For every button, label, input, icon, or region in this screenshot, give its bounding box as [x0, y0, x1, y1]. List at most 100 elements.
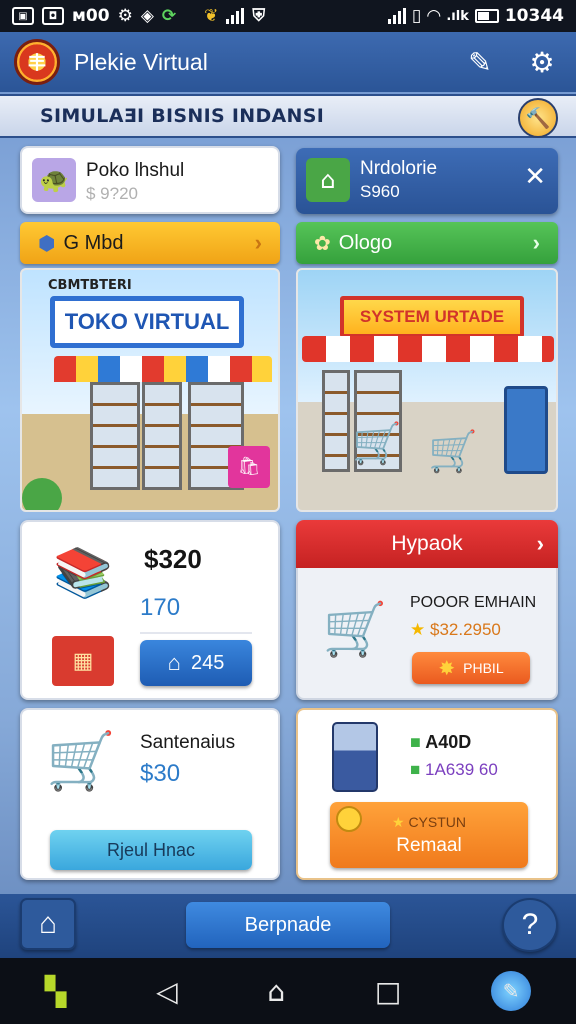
- data-icon: .ılk: [446, 8, 469, 24]
- atm-card[interactable]: ■ A40D ■ 1A639 60 ★ CYSTUN Remaal: [296, 708, 558, 880]
- battery-icon: [474, 9, 499, 23]
- settings-small-icon: ⚙: [117, 6, 133, 26]
- star-badge-icon: ✸: [438, 657, 456, 680]
- shopping-cart-icon: 🛒: [46, 729, 116, 794]
- stats-card[interactable]: 📚 $320 170 ▦ ⌂ 245: [20, 520, 280, 700]
- store-roof: [302, 336, 554, 362]
- cell-signal-icon: [387, 8, 406, 24]
- banner-title: SIMULAƎI BISNIS INDANSI: [40, 105, 325, 127]
- atm-icon: [504, 386, 548, 474]
- button-label: 245: [190, 651, 225, 674]
- game-icon: ◈: [140, 6, 154, 26]
- shopping-cart-icon: 🛒: [428, 429, 478, 475]
- home-value-button[interactable]: ⌂ 245: [140, 640, 252, 686]
- center-action-button[interactable]: Berpnade: [186, 902, 390, 948]
- cart-card[interactable]: 🛒 Santenaius $30 Rjeul Hnac: [20, 708, 280, 880]
- product-price: $ 9?20: [86, 184, 138, 203]
- product-name: Poko lhshul: [86, 160, 185, 181]
- notification-icon: ▣: [12, 7, 34, 25]
- clock: 10344: [504, 6, 564, 26]
- upgrade-card[interactable]: Hypaok › 🛒 POOOR EMHAIN ★ $32.2950 ✸ PHB…: [296, 520, 558, 700]
- status-bar: ▣ ◘ ᴍ00 ⚙ ◈ ⟳ ❦ ⛨ ▯ ◠ .ılk 10344: [0, 0, 576, 32]
- cart-action-button[interactable]: Rjeul Hnac: [50, 830, 252, 870]
- home-icon: ⌂: [167, 650, 181, 675]
- value-row-2: ■ 1A639 60: [410, 760, 498, 780]
- category-pill-left[interactable]: ⬢ G Mbd ›: [20, 222, 280, 264]
- value-2: 1A639 60: [425, 760, 498, 779]
- tree-icon: [22, 478, 62, 510]
- water-cooler-icon: [332, 722, 378, 792]
- chevron-right-icon: ›: [254, 230, 262, 255]
- chevron-right-icon: ›: [532, 230, 540, 255]
- upgrade-label: POOOR EMHAIN: [410, 594, 537, 611]
- upgrade-header[interactable]: Hypaok ›: [296, 520, 558, 568]
- upgrade-title: Hypaok: [391, 532, 463, 555]
- crate-icon: ▦: [52, 636, 114, 686]
- product-name: Nrdolorie: [360, 158, 438, 179]
- upgrade-button[interactable]: ✸ PHBIL: [412, 652, 530, 684]
- basket-icon: 🛍: [228, 446, 270, 488]
- upgrade-price-row: ★ $32.2950: [410, 620, 501, 640]
- coin-icon: [336, 806, 362, 832]
- pill-label: G Mbd: [63, 231, 124, 254]
- scene-caption: CBMTBTERI: [48, 278, 132, 293]
- value-1: A40D: [425, 732, 472, 752]
- pencil-icon[interactable]: ✎: [460, 42, 500, 82]
- gear-icon[interactable]: ⚙: [522, 42, 562, 82]
- stats-count: 170: [140, 594, 181, 621]
- button-label: PHBIL: [463, 660, 504, 676]
- browser-icon[interactable]: ✎: [491, 971, 532, 1011]
- app-icon: ◘: [42, 7, 64, 25]
- gem-icon: ⬢: [38, 232, 56, 255]
- home-icon: ⌂: [38, 907, 58, 940]
- store-scene-left[interactable]: CBMTBTERI TOKO VIRTUAL 🛍: [20, 268, 280, 512]
- button-label: Berpnade: [244, 913, 332, 936]
- stats-amount: $320: [144, 544, 202, 574]
- page-banner: SIMULAƎI BISNIS INDANSI 🔨: [0, 94, 576, 138]
- upgrade-price: $32.2950: [429, 620, 501, 639]
- shopping-cart-icon: 🛒: [352, 421, 402, 467]
- app-logo: 丰: [14, 39, 60, 85]
- logo-glyph: 丰: [28, 53, 46, 74]
- store-shelf: [90, 382, 140, 490]
- product-price: S960: [360, 182, 400, 201]
- product-card-right[interactable]: ⌂ Nrdolorie S960 ✕: [296, 148, 558, 214]
- back-icon[interactable]: ◁: [156, 975, 178, 1008]
- divider: [140, 632, 252, 634]
- pill-label: Ologo: [338, 231, 393, 254]
- help-button[interactable]: ?: [502, 898, 558, 952]
- home-nav-icon[interactable]: ⌂: [267, 975, 285, 1008]
- signal-icon: [226, 8, 245, 24]
- product-card-left[interactable]: 🐢 Poko lhshul $ 9?20: [20, 146, 280, 214]
- shopping-trolley-icon: 🛒: [322, 599, 388, 660]
- home-button[interactable]: ⌂: [20, 898, 76, 950]
- shop-icon: ⌂: [306, 158, 350, 202]
- cash-icon: ■: [410, 760, 421, 779]
- star-icon: ★: [391, 813, 405, 830]
- store-sign: SYSTEM URTADE: [340, 296, 524, 338]
- hammer-icon[interactable]: 🔨: [518, 98, 558, 138]
- cart-title: Santenaius: [140, 732, 236, 753]
- app-title: Plekie Virtual: [74, 48, 208, 75]
- wifi-icon: ◠: [427, 6, 441, 26]
- vibrate-icon: ▯: [411, 6, 422, 26]
- star-icon: ★: [410, 620, 426, 639]
- flower-icon: ✿: [314, 232, 331, 255]
- category-pill-right[interactable]: ✿ Ologo ›: [296, 222, 558, 264]
- chevron-right-icon: ›: [536, 531, 544, 556]
- help-icon: ?: [521, 908, 539, 941]
- shield-icon: ⛨: [252, 6, 266, 26]
- android-icon[interactable]: ▚: [45, 975, 67, 1008]
- leaf-icon: ❦: [204, 6, 219, 26]
- recents-icon[interactable]: □: [375, 975, 401, 1008]
- close-icon[interactable]: ✕: [524, 162, 546, 192]
- badge-row: ★ CYSTUN: [392, 814, 466, 831]
- button-label: Remaal: [396, 834, 462, 856]
- turtle-icon: 🐢: [32, 158, 76, 202]
- store-scene-right[interactable]: SYSTEM URTADE 🛒 🛒: [296, 268, 558, 512]
- status-text: ᴍ00: [72, 6, 110, 26]
- cash-icon: ■: [410, 732, 421, 752]
- store-sign: TOKO VIRTUAL: [50, 296, 244, 348]
- value-row-1: ■ A40D: [410, 732, 471, 753]
- app-header: 丰 Plekie Virtual ✎ ⚙: [0, 32, 576, 92]
